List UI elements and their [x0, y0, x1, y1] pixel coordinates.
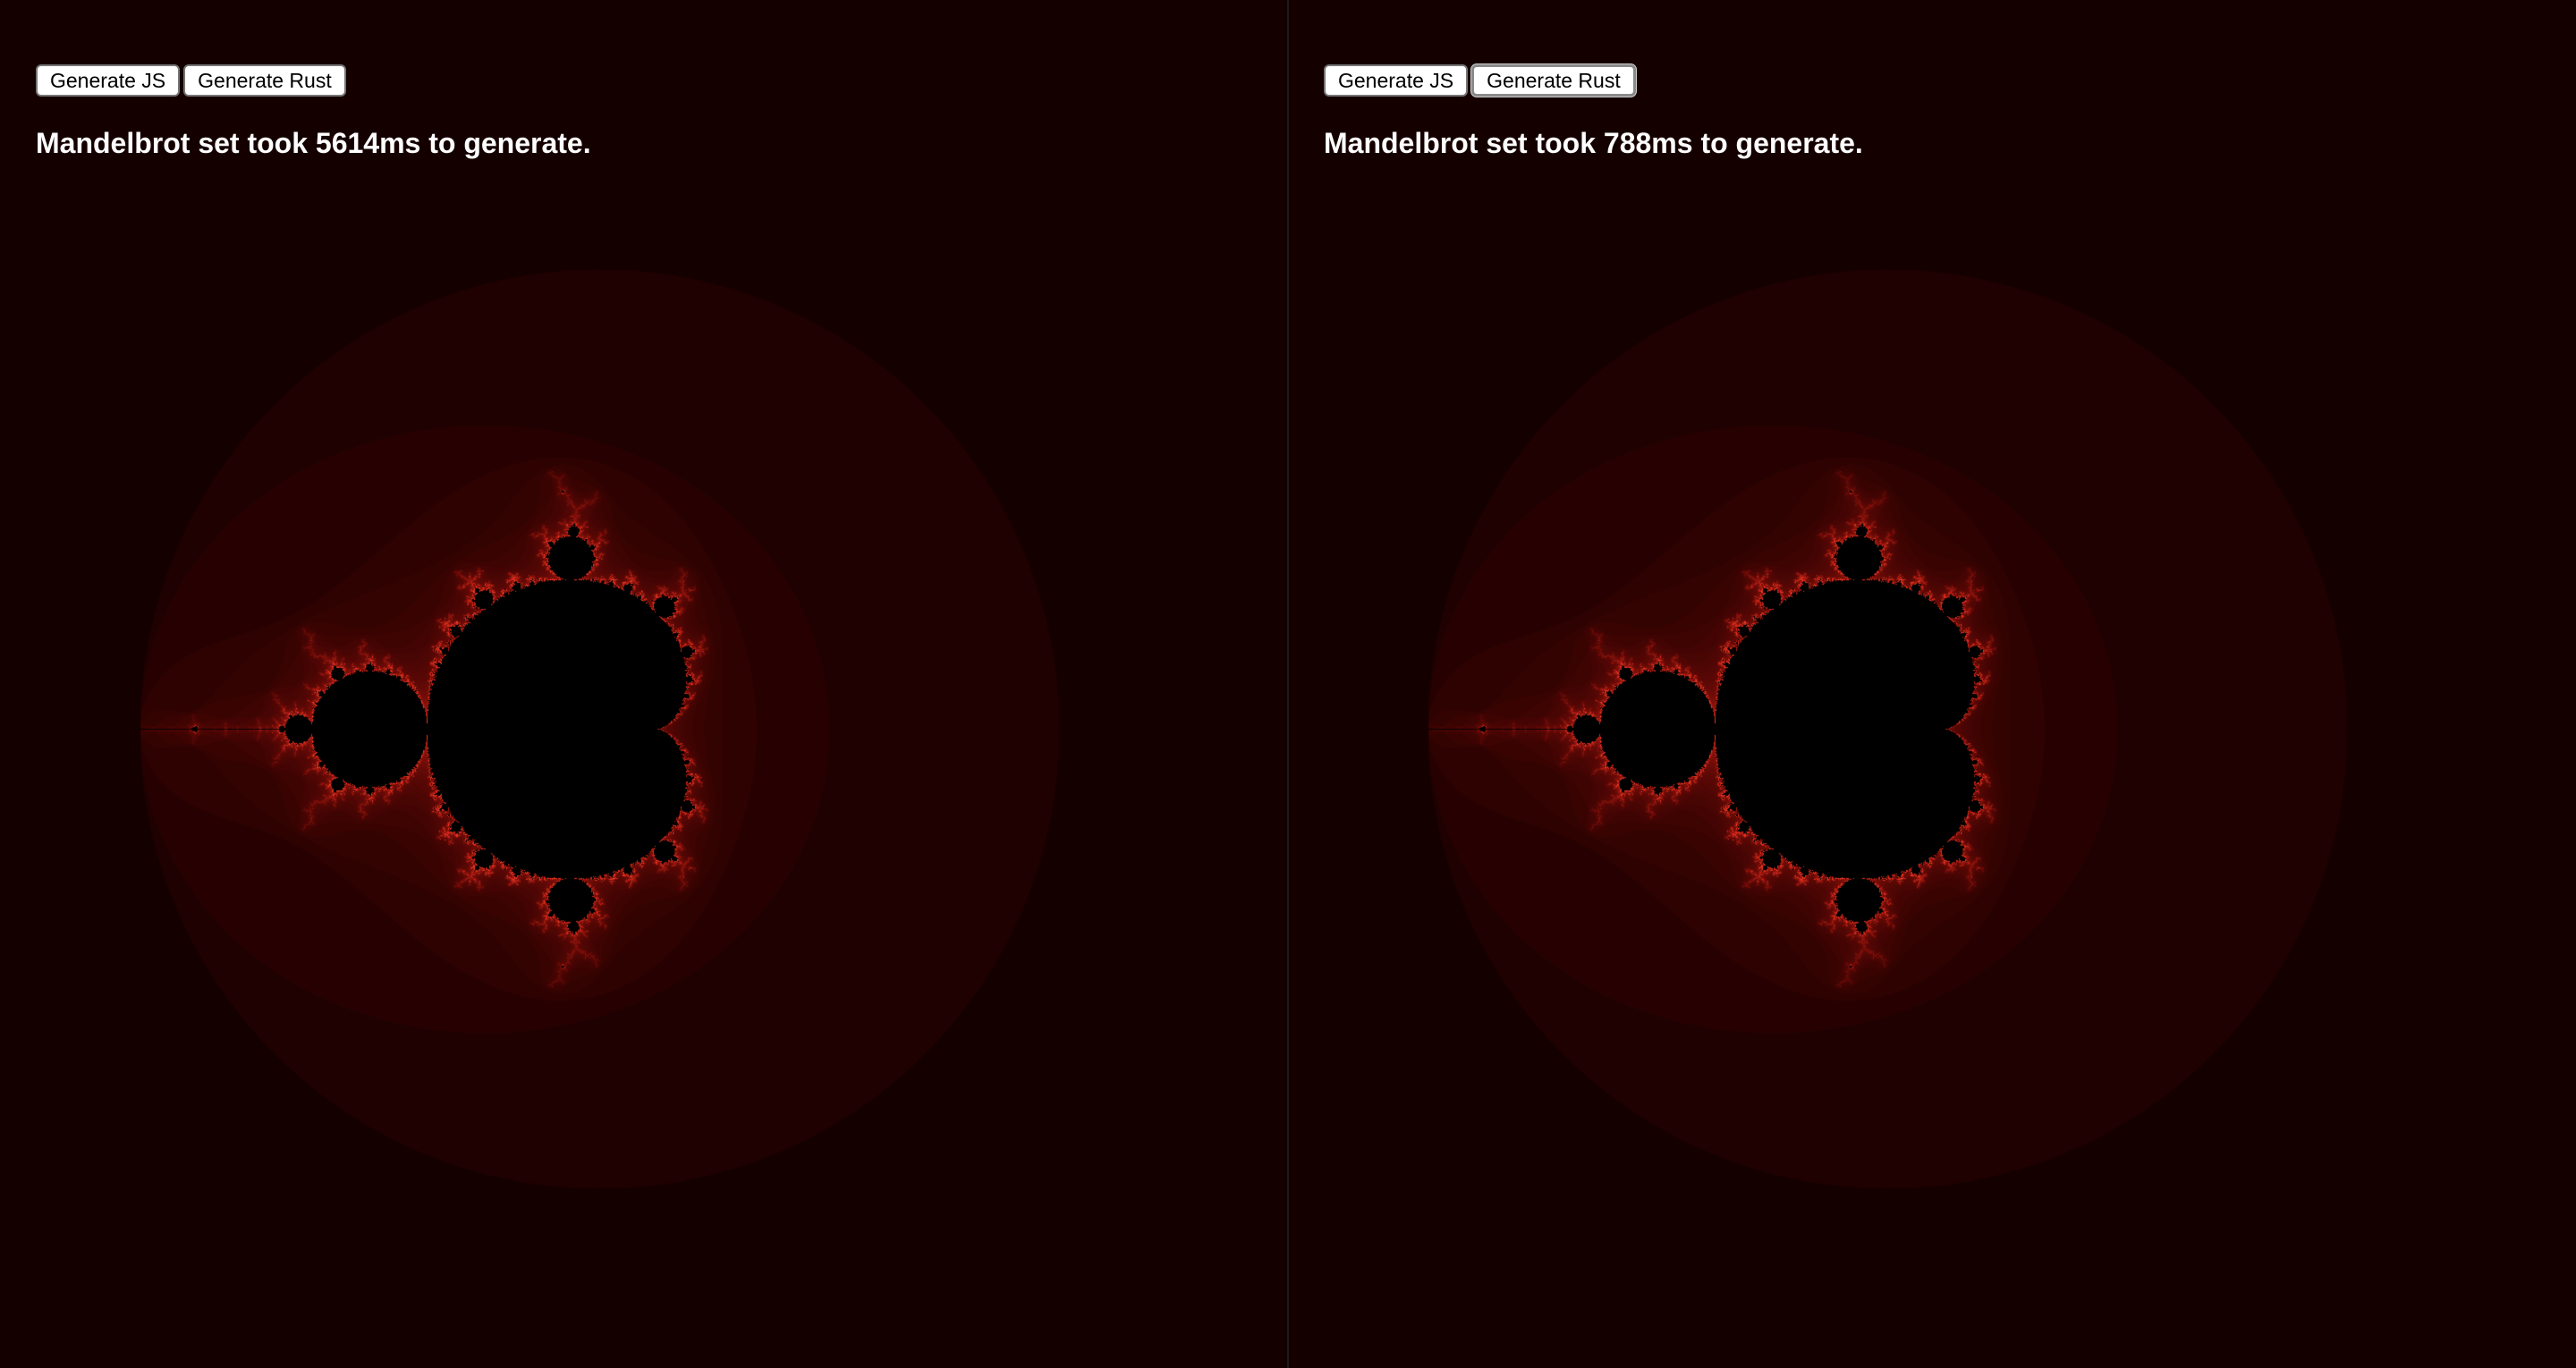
status-text: Mandelbrot set took 5614ms to generate.: [36, 127, 591, 159]
status-text: Mandelbrot set took 788ms to generate.: [1324, 127, 1863, 159]
left-panel: Generate JS Generate Rust Mandelbrot set…: [0, 0, 1288, 1368]
panel-divider: [1287, 0, 1289, 1368]
controls-left: Generate JS Generate Rust: [36, 64, 346, 97]
generate-rust-button[interactable]: Generate Rust: [183, 64, 346, 97]
controls-right: Generate JS Generate Rust: [1324, 64, 1636, 97]
generate-rust-button[interactable]: Generate Rust: [1471, 64, 1636, 97]
right-panel: Generate JS Generate Rust Mandelbrot set…: [1288, 0, 2576, 1368]
generate-js-button[interactable]: Generate JS: [36, 64, 181, 97]
generate-js-button[interactable]: Generate JS: [1324, 64, 1469, 97]
app-window: Generate JS Generate Rust Mandelbrot set…: [0, 0, 2576, 1368]
mandelbrot-canvas-left: [0, 0, 1288, 1368]
mandelbrot-canvas-right: [1288, 0, 2576, 1368]
